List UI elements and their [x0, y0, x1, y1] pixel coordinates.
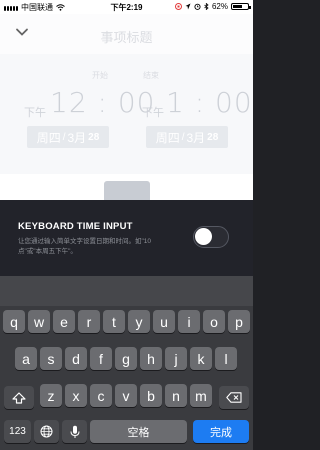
- panel-description: 让您通过输入简单文字设置日期和时间。如"10点"或"本周五下午"。: [18, 238, 152, 255]
- key-r[interactable]: r: [78, 310, 100, 333]
- key-g[interactable]: g: [115, 347, 137, 370]
- key-j[interactable]: j: [165, 347, 187, 370]
- key-d[interactable]: d: [65, 347, 87, 370]
- status-bar: 中国联通 下午2:19 62%: [0, 0, 253, 14]
- key-x[interactable]: x: [65, 384, 87, 407]
- key-c[interactable]: c: [90, 384, 112, 407]
- battery-percent: 62%: [211, 2, 228, 11]
- key-s[interactable]: s: [40, 347, 62, 370]
- end-date[interactable]: 周四 / 3月 28: [146, 126, 228, 148]
- globe-icon: [40, 425, 53, 438]
- key-y[interactable]: y: [128, 310, 150, 333]
- microphone-icon: [70, 425, 79, 438]
- key-o[interactable]: o: [203, 310, 225, 333]
- start-ampm[interactable]: 下午: [24, 104, 46, 120]
- key-k[interactable]: k: [190, 347, 212, 370]
- backspace-key[interactable]: [219, 386, 249, 409]
- key-q[interactable]: q: [3, 310, 25, 333]
- start-slash: /: [62, 131, 66, 143]
- key-u[interactable]: u: [153, 310, 175, 333]
- key-z[interactable]: z: [40, 384, 62, 407]
- start-day: 28: [88, 131, 100, 143]
- key-h[interactable]: h: [140, 347, 162, 370]
- battery-icon: [231, 3, 251, 10]
- keyboard-suggestion-bar: [0, 276, 253, 306]
- editor-header: 事项标题: [0, 14, 253, 54]
- key-t[interactable]: t: [103, 310, 125, 333]
- end-ampm[interactable]: 下午: [142, 104, 164, 120]
- shift-key[interactable]: [4, 386, 34, 409]
- space-key[interactable]: 空格: [90, 420, 187, 443]
- toggle-knob: [195, 228, 212, 245]
- dictation-key[interactable]: [62, 420, 87, 443]
- key-v[interactable]: v: [115, 384, 137, 407]
- end-month: 3月: [186, 130, 206, 145]
- numbers-key[interactable]: 123: [4, 420, 31, 443]
- start-time[interactable]: 12 : 00: [50, 86, 156, 119]
- end-time[interactable]: 1 : 00: [166, 86, 253, 119]
- location-icon: [185, 3, 191, 10]
- done-key[interactable]: 完成: [193, 420, 249, 443]
- start-label: 开始: [92, 71, 108, 80]
- orientation-lock-icon: [174, 3, 182, 10]
- alarm-icon: [194, 3, 201, 10]
- event-title-input[interactable]: 事项标题: [0, 27, 253, 46]
- panel-title: KEYBOARD TIME INPUT: [18, 221, 133, 232]
- battery-fill: [233, 5, 242, 8]
- key-f[interactable]: f: [90, 347, 112, 370]
- key-b[interactable]: b: [140, 384, 162, 407]
- backspace-icon: [226, 392, 242, 403]
- key-e[interactable]: e: [53, 310, 75, 333]
- status-right: 62%: [174, 2, 251, 11]
- start-date[interactable]: 周四 / 3月 28: [27, 126, 109, 148]
- end-label: 结束: [143, 71, 159, 80]
- end-slash: /: [181, 131, 185, 143]
- shift-icon: [12, 391, 26, 404]
- end-day: 28: [207, 131, 219, 143]
- key-w[interactable]: w: [28, 310, 50, 333]
- start-weekday: 周四: [36, 130, 61, 145]
- key-n[interactable]: n: [165, 384, 187, 407]
- key-p[interactable]: p: [228, 310, 250, 333]
- key-a[interactable]: a: [15, 347, 37, 370]
- globe-key[interactable]: [34, 420, 59, 443]
- start-month: 3月: [67, 130, 87, 145]
- bluetooth-icon: [204, 3, 209, 10]
- key-i[interactable]: i: [178, 310, 200, 333]
- keyboard-time-input-toggle[interactable]: [193, 226, 229, 248]
- key-m[interactable]: m: [190, 384, 212, 407]
- end-weekday: 周四: [155, 130, 180, 145]
- key-l[interactable]: l: [215, 347, 237, 370]
